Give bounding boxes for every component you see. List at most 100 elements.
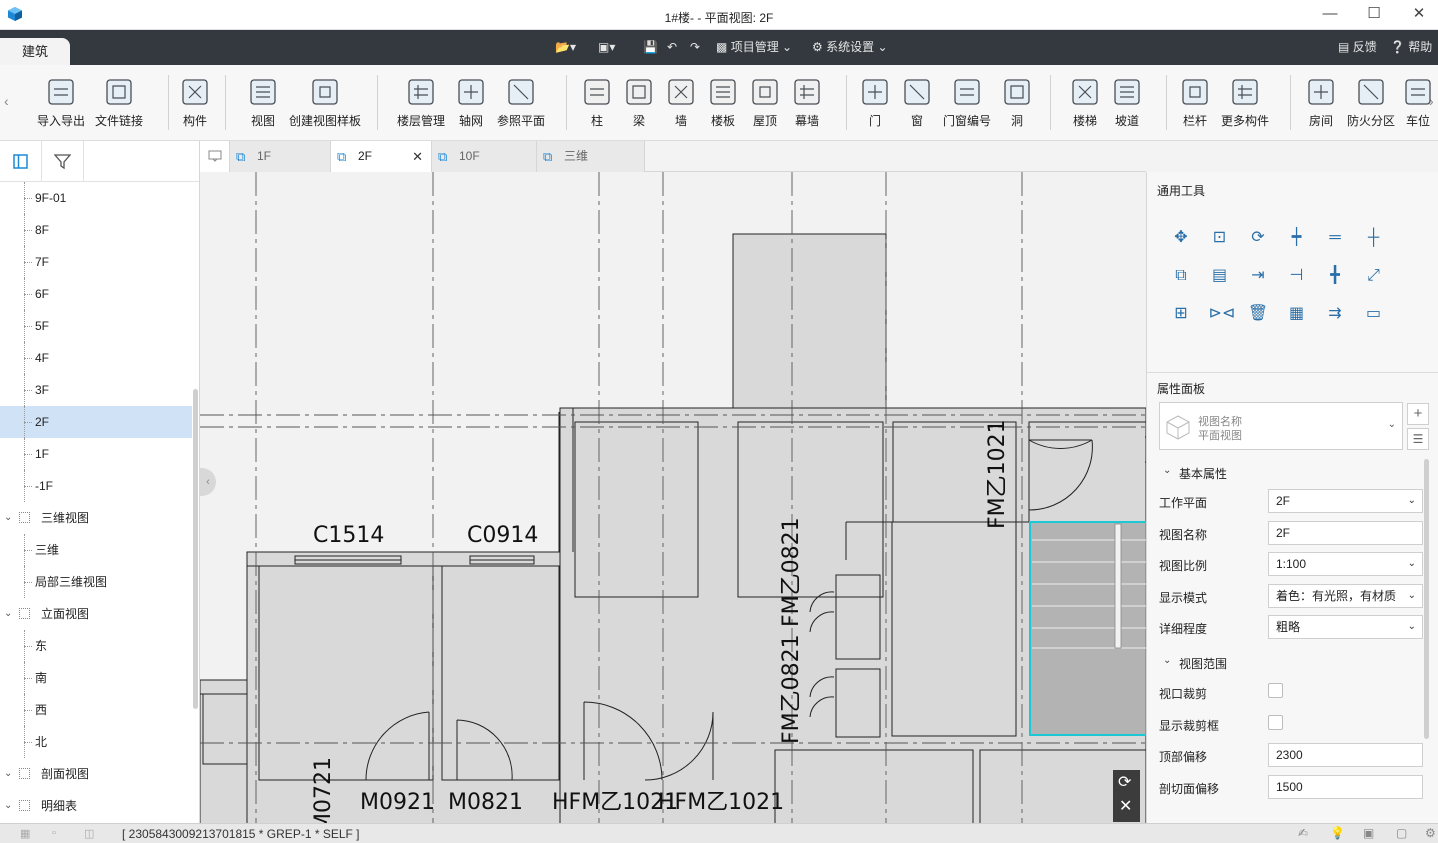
save-icon[interactable]: 💾	[643, 30, 658, 65]
tab-list-button[interactable]	[200, 141, 230, 172]
point-snap-icon[interactable]: ▫	[52, 827, 56, 839]
ribbon-button-cad-import[interactable]: 导入导出	[31, 77, 91, 137]
package-icon[interactable]: ▣▾	[598, 30, 615, 65]
property-dropdown[interactable]: 粗略 ⌄	[1268, 615, 1423, 639]
grid-snap-icon[interactable]: ▦	[20, 827, 30, 840]
expand-chevron-icon[interactable]: ⌄	[4, 598, 12, 630]
ribbon-button-roof[interactable]: 屋顶	[745, 77, 785, 137]
tree-item[interactable]: 东	[0, 630, 192, 662]
display-icon[interactable]: ▣	[1363, 826, 1374, 840]
tree-item[interactable]: -1F	[0, 470, 192, 502]
ribbon-button-parking[interactable]: 车位	[1403, 77, 1433, 137]
break-icon[interactable]: ╋	[1324, 265, 1346, 287]
array-copy-icon[interactable]: ⧉	[1170, 265, 1192, 287]
add-view-icon[interactable]: +	[1407, 403, 1429, 425]
panel-toggle-button[interactable]	[0, 141, 42, 182]
maximize-icon[interactable]: ☐	[1351, 0, 1397, 30]
ribbon-button-more-components[interactable]: 更多构件	[1215, 77, 1275, 137]
expand-chevron-icon[interactable]: ⌄	[4, 758, 12, 790]
tree-item[interactable]: 3F	[0, 374, 192, 406]
ribbon-button-component[interactable]: 构件	[175, 77, 215, 137]
door-tag-m0821[interactable]: M0821	[448, 790, 523, 815]
ribbon-button-opening[interactable]: 洞	[997, 77, 1037, 137]
tree-item[interactable]: 局部三维视图	[0, 566, 192, 598]
status-tool-1-icon[interactable]: ✍	[1298, 826, 1308, 840]
property-checkbox[interactable]	[1268, 683, 1283, 698]
move-icon[interactable]: ✥	[1170, 227, 1192, 249]
tab-view-2[interactable]: ⧉ 10F	[432, 141, 537, 172]
delete-icon[interactable]: 🗑	[1247, 303, 1269, 325]
ribbon-button-ramp[interactable]: 坡道	[1107, 77, 1147, 137]
extend-icon[interactable]: ┼	[1363, 227, 1385, 249]
ribbon-button-fire-zone[interactable]: 防火分区	[1343, 77, 1399, 137]
view-type-selector[interactable]: 视图名称 平面视图 ⌄	[1159, 402, 1403, 450]
box-icon[interactable]: ▢	[1396, 826, 1407, 840]
ribbon-button-reference-plane[interactable]: 参照平面	[491, 77, 551, 137]
window-tag-c1514[interactable]: C1514	[313, 523, 384, 548]
ribbon-button-beam[interactable]: 梁	[619, 77, 659, 137]
light-icon[interactable]: 💡	[1330, 826, 1345, 840]
minimize-icon[interactable]: —	[1307, 0, 1353, 30]
property-dropdown[interactable]: 着色：有光照，有材质 ⌄	[1268, 583, 1423, 608]
reset-view-icon[interactable]: ⟳	[1118, 772, 1131, 792]
offset-icon[interactable]: ⇥	[1247, 265, 1269, 287]
project-management-menu[interactable]: ▩ 项目管理 ⌄	[716, 30, 792, 65]
ribbon-button-stair[interactable]: 楼梯	[1065, 77, 1105, 137]
settings-icon[interactable]: ⚙	[1425, 826, 1436, 840]
floor-plan-drawing[interactable]: C1514 C0914 M0921 M0821 HFM乙1021 HFM乙102…	[200, 172, 1146, 823]
ribbon-button-door[interactable]: 门	[855, 77, 895, 137]
ribbon-button-column[interactable]: 柱	[577, 77, 617, 137]
object-snap-icon[interactable]: ◫	[84, 827, 94, 840]
ribbon-button-door-window-tag[interactable]: 门窗编号	[939, 77, 995, 137]
chevron-down-icon[interactable]: ⌄	[1163, 465, 1171, 476]
group-icon[interactable]: ⊞	[1170, 303, 1192, 325]
filter-button[interactable]	[42, 141, 84, 182]
ribbon-button-window[interactable]: 窗	[897, 77, 937, 137]
rotate-icon[interactable]: ⟳	[1247, 227, 1269, 249]
close-view-icon[interactable]: ✕	[1119, 796, 1132, 816]
basic-props-header[interactable]: 基本属性	[1179, 465, 1227, 482]
close-tab-icon[interactable]: ✕	[412, 141, 423, 172]
tree-item[interactable]: 6F	[0, 278, 192, 310]
tree-item[interactable]: 5F	[0, 310, 192, 342]
ribbon-button-wall[interactable]: 墙	[661, 77, 701, 137]
array-icon[interactable]: ⇉	[1324, 303, 1346, 325]
tab-architecture[interactable]: 建筑	[0, 38, 70, 65]
ribbon-scroll-left-icon[interactable]: ‹	[4, 93, 9, 109]
settings-sliders-icon[interactable]: ☰	[1407, 428, 1429, 450]
tree-item[interactable]: 西	[0, 694, 192, 726]
split-icon[interactable]: ═	[1324, 227, 1346, 249]
door-tag-fm-v2[interactable]: FM乙0821	[779, 634, 804, 744]
tree-item[interactable]: 南	[0, 662, 192, 694]
door-tag-fm-v1[interactable]: FM乙0821	[779, 517, 804, 627]
trim-icon[interactable]: ┿	[1286, 227, 1308, 249]
tree-item[interactable]: 三维	[0, 534, 192, 566]
ribbon-button-curtain-wall[interactable]: 幕墙	[787, 77, 827, 137]
view-range-header[interactable]: 视图范围	[1179, 655, 1227, 672]
drawing-canvas[interactable]: C1514 C0914 M0921 M0821 HFM乙1021 HFM乙102…	[200, 172, 1146, 823]
feedback-button[interactable]: ▤ 反馈	[1338, 30, 1377, 65]
redo-icon[interactable]: ↷	[690, 30, 700, 65]
tab-view-1[interactable]: ⧉ 2F ✕	[331, 141, 432, 172]
copy-icon[interactable]: ⊡	[1209, 227, 1231, 249]
tab-view-0[interactable]: ⧉ 1F	[230, 141, 331, 172]
measure-icon[interactable]: ▭	[1363, 303, 1385, 325]
door-tag-m0921[interactable]: M0921	[360, 790, 435, 815]
tree-item[interactable]: 北	[0, 726, 192, 758]
ribbon-button-room[interactable]: 房间	[1301, 77, 1341, 137]
tree-item[interactable]: 9F-01	[0, 182, 192, 214]
system-settings-menu[interactable]: ⚙ 系统设置 ⌄	[812, 30, 888, 65]
window-tag-c0914[interactable]: C0914	[467, 523, 538, 548]
undo-icon[interactable]: ↶	[667, 30, 677, 65]
tree-item[interactable]: ⌄ 立面视图	[0, 598, 192, 630]
close-icon[interactable]: ✕	[1396, 0, 1438, 30]
expand-chevron-icon[interactable]: ⌄	[4, 502, 12, 534]
property-checkbox[interactable]	[1268, 714, 1283, 730]
ribbon-button-view-template[interactable]: 创建视图样板	[287, 77, 363, 137]
door-tag-left[interactable]: M0721	[311, 757, 336, 823]
property-input[interactable]: 2F	[1268, 520, 1423, 545]
join-icon[interactable]: ⊣	[1286, 265, 1308, 287]
property-dropdown[interactable]: 2F ⌄	[1268, 489, 1423, 513]
scale-icon[interactable]: ⤢	[1363, 265, 1385, 287]
help-button[interactable]: ❔ 帮助	[1390, 30, 1432, 65]
